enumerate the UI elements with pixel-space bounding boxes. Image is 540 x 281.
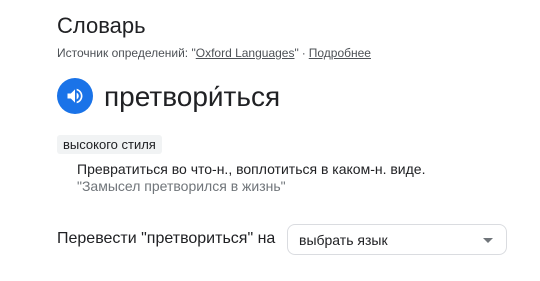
more-info-link[interactable]: Подробнее	[309, 46, 371, 60]
source-suffix: "	[294, 46, 299, 60]
oxford-languages-link[interactable]: Oxford Languages	[196, 46, 295, 60]
source-separator: ·	[301, 46, 306, 60]
language-select-value: выбрать язык	[299, 232, 388, 248]
usage-example: "Замысел претворился в жизнь"	[77, 178, 286, 194]
source-prefix: Источник определений: "	[57, 46, 196, 60]
dictionary-title: Словарь	[57, 13, 146, 38]
definition-text: Превратиться во что-н., воплотиться в ка…	[77, 161, 426, 177]
caret-down-icon	[483, 238, 493, 243]
headword: претвори́ться	[104, 81, 281, 112]
language-select[interactable]: выбрать язык	[287, 224, 507, 255]
pronunciation-button[interactable]	[57, 78, 93, 114]
translate-label: Перевести "претвориться" на	[57, 230, 276, 247]
volume-icon	[67, 88, 83, 104]
register-label: высокого стиля	[57, 135, 162, 154]
definition-source: Источник определений: "Oxford Languages"…	[57, 45, 371, 61]
